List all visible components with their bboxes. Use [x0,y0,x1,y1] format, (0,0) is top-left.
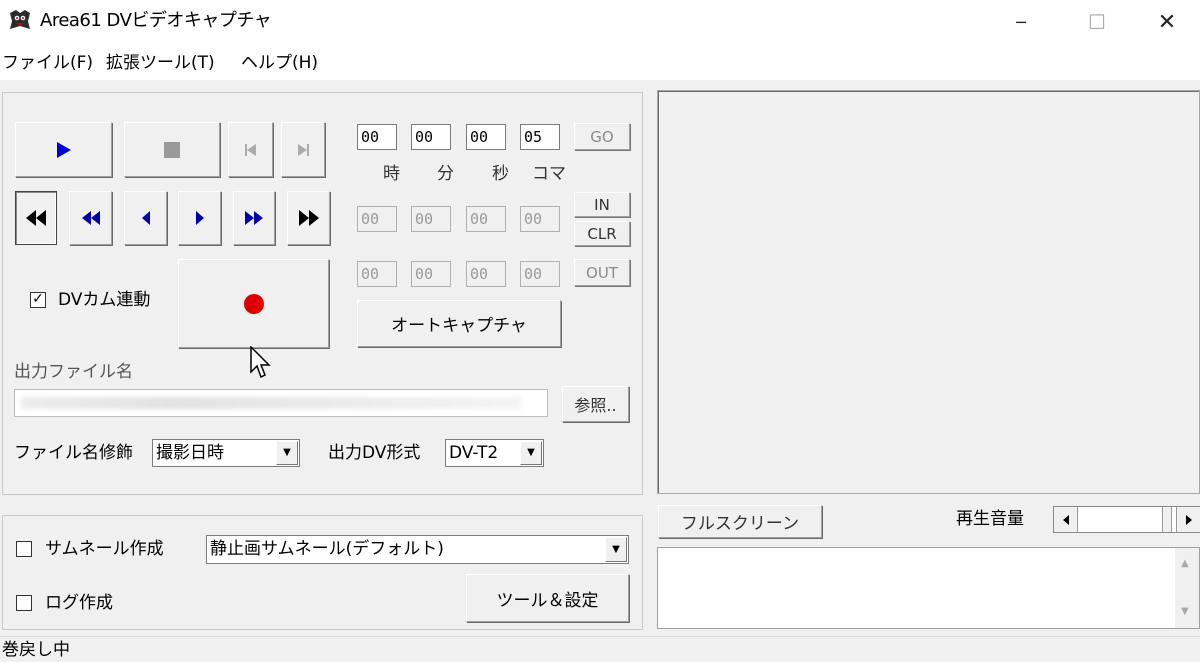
menu-help[interactable]: ヘルプ(H) [241,50,318,76]
arrow-right-icon [1185,514,1192,525]
close-button[interactable]: ✕ [1134,0,1200,44]
thumbnail-checkbox[interactable] [16,541,32,557]
minimize-button[interactable]: ─ [988,0,1054,44]
out-minutes-input[interactable]: 00 [411,261,451,287]
clr-button[interactable]: CLR [574,221,630,246]
step-forward-button[interactable] [178,191,221,245]
close-icon: ✕ [1157,9,1177,35]
minimize-icon: ─ [1016,12,1026,32]
filename-modifier-select[interactable]: 撮影日時 ▼ [152,439,300,467]
volume-label: 再生音量 [956,509,1024,529]
rewind-button[interactable] [69,191,112,245]
slider-left-arrow[interactable] [1054,507,1078,532]
menu-bar: ファイル(F) 拡張ツール(T) ヘルプ(H) [0,44,1200,80]
step-forward-icon [195,211,204,225]
slider-right-arrow[interactable] [1176,507,1200,532]
log-output-area[interactable]: ▲ ▼ [657,547,1200,629]
dv-format-label: 出力DV形式 [328,443,421,463]
thumbnail-type-select[interactable]: 静止画サムネール(デフォルト) ▼ [206,535,629,564]
rewind-fast-button[interactable] [15,191,57,245]
go-button[interactable]: GO [574,123,630,150]
slider-thumb[interactable] [1162,507,1172,532]
in-seconds-input[interactable]: 00 [466,206,506,232]
goto-seconds-input[interactable]: 00 [466,124,506,150]
stop-icon [164,141,180,158]
fast-forward-max-button[interactable] [287,191,330,245]
menu-file[interactable]: ファイル(F) [2,50,93,76]
in-hours-input[interactable]: 00 [357,206,397,232]
title-bar: Area61 DVビデオキャプチャ ─ ☐ ✕ [0,0,1200,44]
out-seconds-input[interactable]: 00 [466,261,506,287]
window-title: Area61 DVビデオキャプチャ [40,10,272,31]
filename-modifier-label: ファイル名修飾 [14,443,133,463]
record-icon [243,293,264,314]
arrow-left-icon [1062,514,1069,525]
next-frame-button[interactable] [281,122,325,177]
play-icon [56,141,71,158]
dv-format-value: DV-T2 [449,443,499,463]
goto-minutes-input[interactable]: 00 [411,124,451,150]
app-logo-icon [8,8,32,32]
hours-unit: 時 [383,164,400,184]
thumbnail-type-value: 静止画サムネール(デフォルト) [210,539,444,559]
filename-modifier-value: 撮影日時 [156,443,224,463]
auto-capture-button[interactable]: オートキャプチャ [357,300,561,347]
status-bar: 巻戻し中 [0,636,1200,662]
fullscreen-button[interactable]: フルスクリーン [658,505,822,538]
out-frames-input[interactable]: 00 [520,261,560,287]
chevron-down-icon: ▼ [520,441,542,465]
tools-settings-button[interactable]: ツール＆設定 [466,574,629,622]
step-back-icon [141,211,150,225]
volume-slider[interactable] [1053,506,1200,533]
fast-forward-max-icon [298,210,319,226]
fast-forward-icon [245,211,263,225]
output-filename-label: 出力ファイル名 [14,362,133,382]
chevron-down-icon: ▼ [605,537,627,562]
minutes-unit: 分 [437,164,454,184]
thumbnail-label: サムネール作成 [45,539,164,559]
play-button[interactable] [15,122,112,177]
out-hours-input[interactable]: 00 [357,261,397,287]
chevron-down-icon: ▼ [276,441,298,465]
scroll-down-icon[interactable]: ▼ [1181,606,1189,617]
prev-frame-button[interactable] [228,122,273,177]
record-button[interactable] [178,259,329,348]
rewind-fast-icon [26,210,46,226]
scroll-up-icon[interactable]: ▲ [1181,558,1189,569]
check-icon: ✓ [32,291,44,307]
maximize-button[interactable]: ☐ [1064,0,1130,44]
in-button[interactable]: IN [574,192,630,217]
seconds-unit: 秒 [492,164,509,184]
in-frames-input[interactable]: 00 [520,206,560,232]
in-minutes-input[interactable]: 00 [411,206,451,232]
output-filename-input[interactable] [14,389,548,417]
dv-format-select[interactable]: DV-T2 ▼ [445,439,544,467]
log-scrollbar[interactable]: ▲ ▼ [1175,548,1199,628]
dvcam-link-label: DVカム連動 [58,290,151,310]
log-checkbox[interactable] [16,595,32,611]
out-button[interactable]: OUT [574,259,630,286]
browse-button[interactable]: 参照.. [562,386,629,422]
goto-frames-input[interactable]: 05 [520,124,560,150]
rewind-icon [81,211,100,225]
frames-unit: コマ [532,164,566,184]
skip-start-icon [245,143,256,156]
status-text: 巻戻し中 [2,640,70,660]
log-label: ログ作成 [45,593,113,613]
dvcam-link-checkbox[interactable]: ✓ [30,292,46,308]
fast-forward-button[interactable] [233,191,275,245]
maximize-icon: ☐ [1088,10,1106,34]
blurred-path [21,397,521,409]
skip-end-icon [297,143,309,156]
video-preview [657,90,1200,494]
step-back-button[interactable] [124,191,167,245]
mouse-cursor-icon [250,345,272,384]
goto-hours-input[interactable]: 00 [357,124,397,150]
stop-button[interactable] [124,122,220,177]
menu-tools[interactable]: 拡張ツール(T) [106,50,215,76]
